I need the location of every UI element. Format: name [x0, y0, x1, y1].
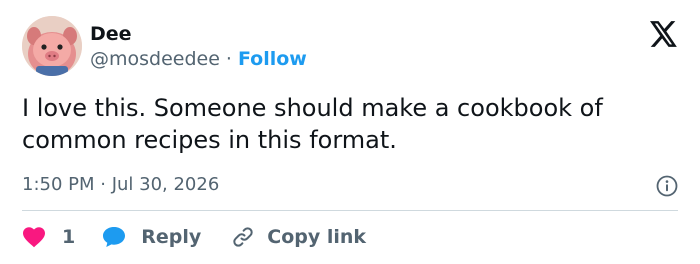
like-button[interactable]: 1 [22, 226, 75, 248]
follow-button[interactable]: Follow [238, 48, 307, 70]
author-meta: @mosdeedee · Follow [90, 47, 307, 71]
divider [22, 210, 678, 211]
link-icon [233, 227, 253, 247]
author-handle[interactable]: @mosdeedee [90, 48, 220, 70]
tweet-text: I love this. Someone should make a cookb… [22, 94, 603, 154]
pig-character-avatar-icon [22, 16, 82, 76]
like-count: 1 [62, 226, 76, 248]
tweet-timestamp[interactable]: 1:50 PM · Jul 30, 2026 [22, 173, 219, 197]
meta-separator: · [225, 48, 232, 70]
x-logo-icon[interactable] [650, 21, 678, 47]
avatar[interactable] [22, 16, 82, 76]
info-icon[interactable] [656, 175, 678, 197]
speech-bubble-icon [103, 227, 126, 247]
copy-link-button[interactable]: Copy link [231, 225, 366, 249]
copy-link-label: Copy link [267, 226, 367, 248]
author-name[interactable]: Dee [90, 22, 132, 46]
tweet-actions: 1 Reply Copy link [22, 223, 366, 251]
heart-icon [23, 227, 45, 248]
reply-label: Reply [141, 226, 202, 248]
reply-button[interactable]: Reply [101, 225, 201, 249]
